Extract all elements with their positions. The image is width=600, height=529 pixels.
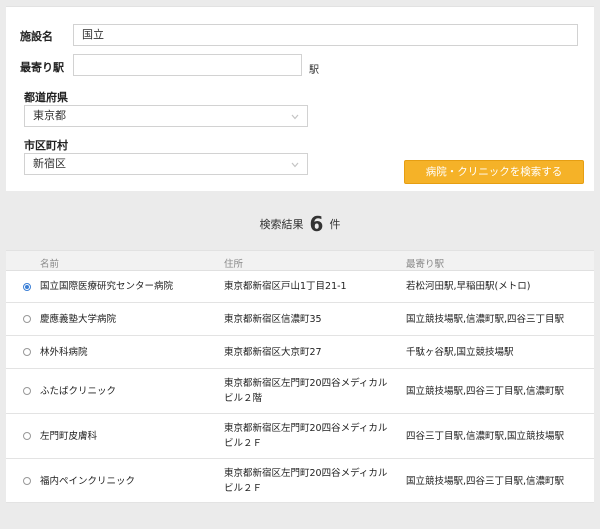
row-radio[interactable]	[23, 432, 31, 440]
facility-name-label: 施設名	[20, 30, 53, 43]
city-value: 新宿区	[33, 157, 66, 170]
city-label: 市区町村	[24, 139, 68, 152]
column-header-address: 住所	[224, 259, 244, 270]
facility-name-input[interactable]: 国立	[73, 24, 578, 46]
row-name: 慶應義塾大学病院	[40, 314, 117, 325]
search-hospitals-button[interactable]: 病院・クリニックを検索する	[404, 160, 584, 184]
row-address: 東京都新宿区左門町20四谷メディカルビル２Ｆ	[224, 468, 388, 494]
table-row[interactable]: 国立国際医療研究センター病院 東京都新宿区戸山1丁目21-1 若松河田駅,早稲田…	[6, 271, 594, 303]
table-row[interactable]: ふたばクリニック 東京都新宿区左門町20四谷メディカルビル２階 国立競技場駅,四…	[6, 369, 594, 414]
nearest-station-label: 最寄り駅	[20, 61, 64, 74]
table-row[interactable]: 左門町皮膚科 東京都新宿区左門町20四谷メディカルビル２Ｆ 四谷三丁目駅,信濃町…	[6, 414, 594, 459]
chevron-down-icon	[291, 162, 299, 168]
row-station: 若松河田駅,早稲田駅(メトロ)	[406, 281, 531, 292]
city-select[interactable]: 新宿区	[24, 153, 308, 175]
search-form: 施設名 国立 最寄り駅 駅 都道府県 東京都 市区町村 新宿区 病院・クリニック…	[6, 6, 594, 191]
row-station: 千駄ヶ谷駅,国立競技場駅	[406, 347, 514, 358]
nearest-station-input[interactable]	[73, 54, 302, 76]
row-radio[interactable]	[23, 387, 31, 395]
row-radio[interactable]	[23, 477, 31, 485]
row-radio[interactable]	[23, 348, 31, 356]
column-header-station: 最寄り駅	[406, 259, 445, 270]
table-row[interactable]: 慶應義塾大学病院 東京都新宿区信濃町35 国立競技場駅,信濃町駅,四谷三丁目駅	[6, 303, 594, 336]
row-address: 東京都新宿区左門町20四谷メディカルビル２階	[224, 378, 388, 404]
prefecture-value: 東京都	[33, 109, 66, 122]
prefecture-select[interactable]: 東京都	[24, 105, 308, 127]
row-address: 東京都新宿区大京町27	[224, 347, 322, 358]
row-radio[interactable]	[23, 283, 31, 291]
row-name: ふたばクリニック	[40, 386, 117, 397]
row-name: 左門町皮膚科	[40, 431, 98, 442]
table-row[interactable]: 福内ペインクリニック 東京都新宿区左門町20四谷メディカルビル２Ｆ 国立競技場駅…	[6, 459, 594, 503]
result-count: 6	[309, 212, 324, 236]
result-suffix: 件	[329, 218, 341, 231]
column-header-name: 名前	[40, 259, 60, 270]
row-station: 国立競技場駅,信濃町駅,四谷三丁目駅	[406, 314, 565, 325]
row-station: 四谷三丁目駅,信濃町駅,国立競技場駅	[406, 431, 565, 442]
row-address: 東京都新宿区戸山1丁目21-1	[224, 281, 347, 292]
row-address: 東京都新宿区信濃町35	[224, 314, 322, 325]
table-row[interactable]: 林外科病院 東京都新宿区大京町27 千駄ヶ谷駅,国立競技場駅	[6, 336, 594, 369]
row-station: 国立競技場駅,四谷三丁目駅,信濃町駅	[406, 476, 565, 487]
table-header: 名前 住所 最寄り駅	[6, 251, 594, 271]
result-prefix: 検索結果	[259, 218, 304, 231]
prefecture-label: 都道府県	[24, 91, 68, 104]
station-unit-label: 駅	[309, 65, 319, 76]
row-name: 林外科病院	[40, 347, 88, 358]
results-table: 名前 住所 最寄り駅 国立国際医療研究センター病院 東京都新宿区戸山1丁目21-…	[6, 250, 594, 503]
row-name: 国立国際医療研究センター病院	[40, 281, 174, 292]
chevron-down-icon	[291, 114, 299, 120]
result-count-heading: 検索結果 6 件	[0, 212, 600, 236]
row-station: 国立競技場駅,四谷三丁目駅,信濃町駅	[406, 386, 565, 397]
row-radio[interactable]	[23, 315, 31, 323]
row-name: 福内ペインクリニック	[40, 476, 136, 487]
row-address: 東京都新宿区左門町20四谷メディカルビル２Ｆ	[224, 423, 388, 449]
